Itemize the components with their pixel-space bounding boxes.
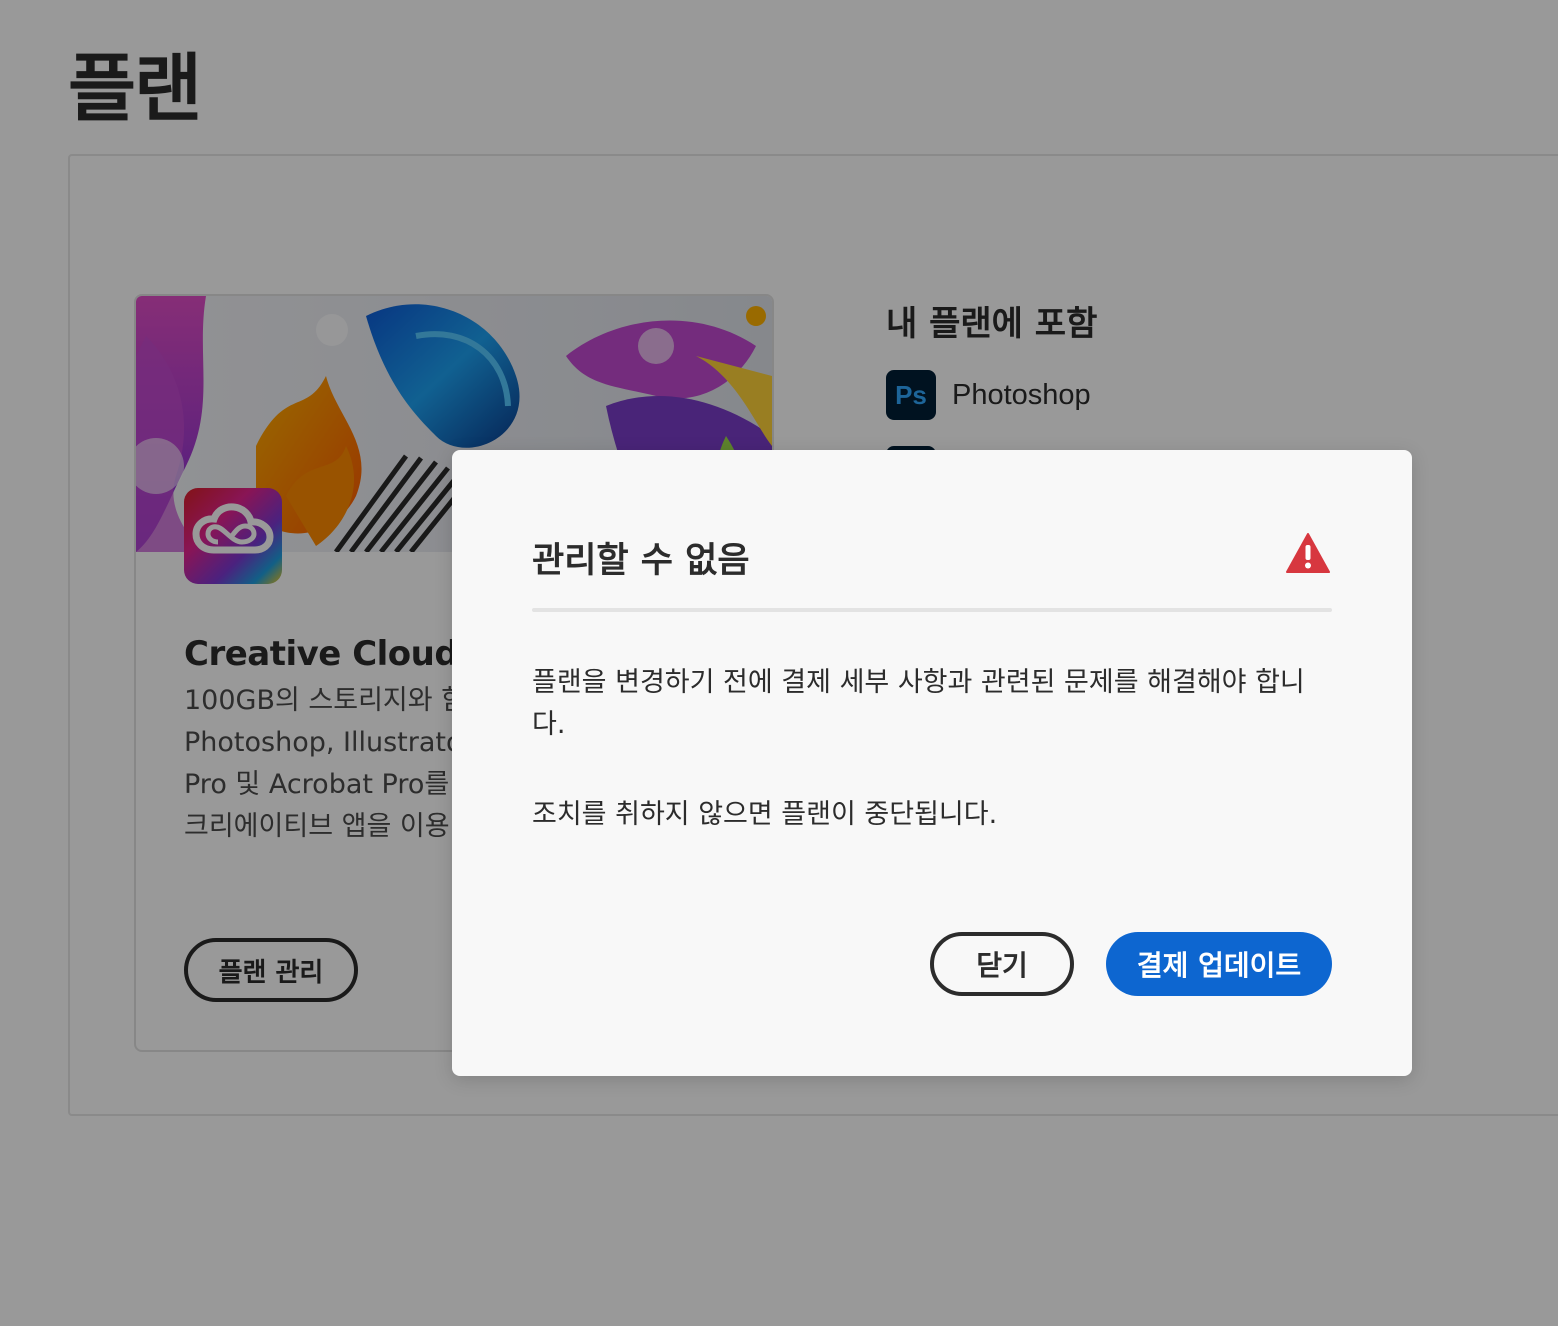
dialog-message: 플랜을 변경하기 전에 결제 세부 사항과 관련된 문제를 해결해야 합니다. (532, 667, 1305, 740)
dialog-divider (532, 608, 1332, 612)
dialog-message: 조치를 취하지 않으면 플랜이 중단됩니다. (532, 799, 998, 830)
page: 플랜 Creative Cloud 모든 100GB의 스토리지와 함 Phot… (0, 0, 1558, 1326)
update-payment-button[interactable]: 결제 업데이트 (1106, 932, 1332, 996)
dialog-title: 관리할 수 없음 (532, 541, 750, 581)
close-button[interactable]: 닫기 (930, 932, 1074, 996)
alert-icon (1286, 533, 1330, 573)
dialog-body: 플랜을 변경하기 전에 결제 세부 사항과 관련된 문제를 해결해야 합니다. … (532, 662, 1332, 836)
cannot-manage-dialog: 관리할 수 없음 플랜을 변경하기 전에 결제 세부 사항과 관련된 문제를 해… (452, 450, 1412, 1076)
